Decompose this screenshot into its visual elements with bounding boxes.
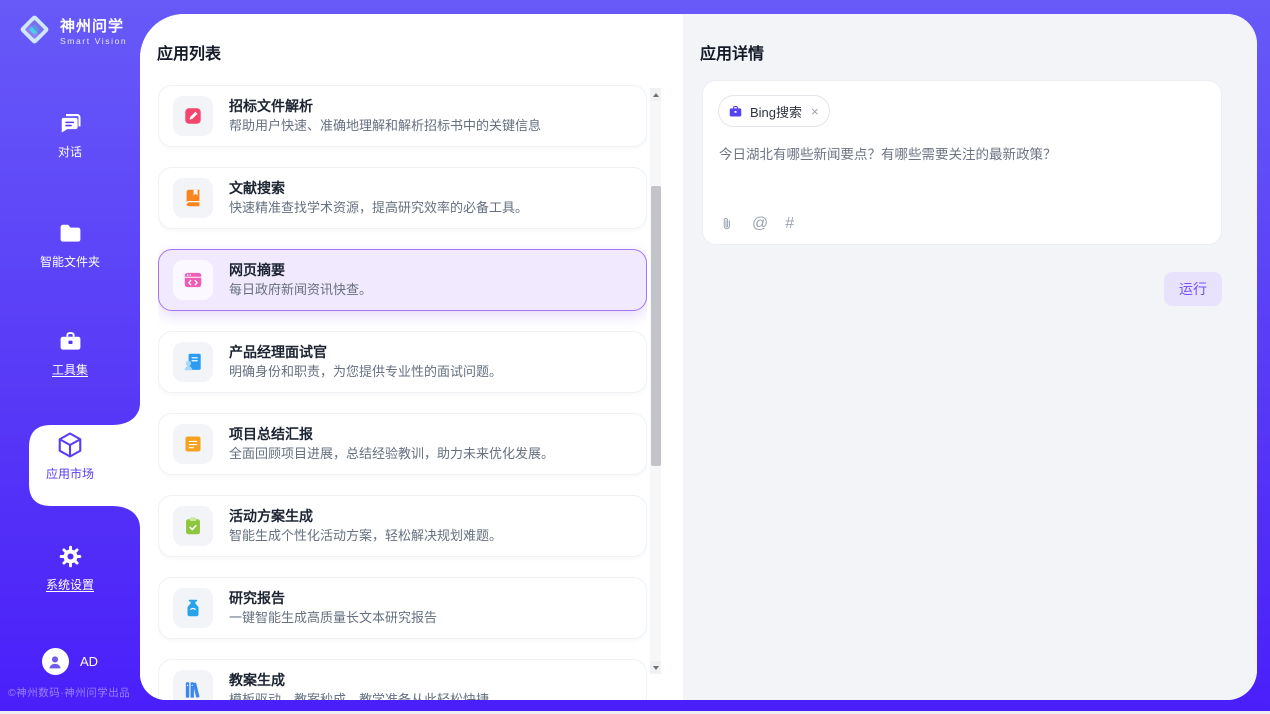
brand-subtitle: Smart Vision bbox=[60, 36, 127, 46]
sidebar-item-label: 系统设置 bbox=[46, 578, 94, 592]
copyright-footer: ©神州数码·神州问学出品 bbox=[8, 685, 148, 700]
app-detail-panel: 应用详情 Bing搜索 × 今日湖北有哪些新闻要点？有哪些需要关注的最新政策？ … bbox=[683, 14, 1257, 700]
app-list-title: 应用列表 bbox=[157, 40, 221, 64]
sidebar-item-app-market[interactable]: 应用市场 bbox=[0, 430, 140, 481]
briefcase-icon bbox=[728, 104, 743, 119]
brand: 神州问学 Smart Vision bbox=[16, 11, 127, 53]
sidebar: 神州问学 Smart Vision 对话智能文件夹工具集应用市场系统设置 AD … bbox=[0, 0, 140, 714]
edit-document-icon bbox=[182, 105, 204, 127]
list-item[interactable]: 文献搜索快速精准查找学术资源，提高研究效率的必备工具。 bbox=[158, 167, 647, 229]
app-title: 网页摘要 bbox=[229, 263, 372, 278]
folder-icon bbox=[57, 218, 84, 248]
app-description: 模板驱动，教案秒成，教学准备从此轻松快捷 bbox=[229, 693, 489, 700]
brand-logo-icon bbox=[16, 11, 53, 53]
browser-icon bbox=[182, 269, 204, 291]
app-description: 快速精准查找学术资源，提高研究效率的必备工具。 bbox=[229, 201, 528, 215]
list-item[interactable]: 招标文件解析帮助用户快速、准确地理解和解析招标书中的关键信息 bbox=[158, 85, 647, 147]
list-item[interactable]: 项目总结汇报全面回顾项目进展，总结经验教训，助力未来优化发展。 bbox=[158, 413, 647, 475]
composer-toolbar: @# bbox=[719, 216, 794, 232]
sidebar-item-label: 智能文件夹 bbox=[40, 255, 100, 269]
person-icon bbox=[46, 653, 64, 671]
sidebar-item-label: 对话 bbox=[58, 145, 82, 159]
app-description: 每日政府新闻资讯快查。 bbox=[229, 283, 372, 297]
app-title: 产品经理面试官 bbox=[229, 345, 502, 360]
interview-doc-icon bbox=[182, 351, 204, 373]
chevron-down-icon bbox=[653, 666, 659, 670]
list-item[interactable]: 活动方案生成智能生成个性化活动方案，轻松解决规划难题。 bbox=[158, 495, 647, 557]
book-icon bbox=[182, 187, 204, 209]
app-title: 文献搜索 bbox=[229, 181, 528, 196]
tool-tag-label: Bing搜索 bbox=[750, 102, 802, 121]
scroll-up-button[interactable] bbox=[650, 88, 661, 101]
prompt-input[interactable]: 今日湖北有哪些新闻要点？有哪些需要关注的最新政策？ bbox=[719, 145, 1205, 164]
run-button[interactable]: 运行 bbox=[1164, 272, 1222, 306]
app-description: 一键智能生成高质量长文本研究报告 bbox=[229, 611, 437, 625]
report-notes-icon bbox=[182, 433, 204, 455]
avatar bbox=[42, 648, 69, 675]
remove-tag-button[interactable]: × bbox=[811, 105, 819, 118]
app-title: 项目总结汇报 bbox=[229, 427, 554, 442]
chevron-up-icon bbox=[653, 93, 659, 97]
gear-icon bbox=[57, 541, 84, 571]
app-description: 明确身份和职责，为您提供专业性的面试问题。 bbox=[229, 365, 502, 379]
tool-tag-bing-search[interactable]: Bing搜索 × bbox=[718, 95, 830, 127]
user-initials: AD bbox=[80, 654, 98, 669]
app-description: 帮助用户快速、准确地理解和解析招标书中的关键信息 bbox=[229, 119, 541, 133]
main-content: 应用列表 招标文件解析帮助用户快速、准确地理解和解析招标书中的关键信息文献搜索快… bbox=[140, 14, 1257, 700]
app-description: 智能生成个性化活动方案，轻松解决规划难题。 bbox=[229, 529, 502, 543]
app-title: 活动方案生成 bbox=[229, 509, 502, 524]
hash-icon[interactable]: # bbox=[785, 216, 794, 232]
attachment-icon[interactable] bbox=[719, 216, 735, 232]
app-description: 全面回顾项目进展，总结经验教训，助力未来优化发展。 bbox=[229, 447, 554, 461]
user-account[interactable]: AD bbox=[0, 648, 140, 675]
cube-icon bbox=[55, 430, 85, 460]
prompt-card: Bing搜索 × 今日湖北有哪些新闻要点？有哪些需要关注的最新政策？ @# bbox=[702, 80, 1222, 245]
brand-name: 神州问学 bbox=[60, 18, 127, 36]
sidebar-item-toolset[interactable]: 工具集 bbox=[0, 326, 140, 377]
sidebar-item-label: 工具集 bbox=[52, 363, 88, 377]
app-detail-title: 应用详情 bbox=[700, 40, 764, 64]
scrollbar[interactable] bbox=[650, 88, 661, 674]
list-item[interactable]: 研究报告一键智能生成高质量长文本研究报告 bbox=[158, 577, 647, 639]
mention-icon[interactable]: @ bbox=[752, 216, 768, 232]
toolbox-icon bbox=[57, 326, 84, 356]
scroll-down-button[interactable] bbox=[650, 661, 661, 674]
app-title: 招标文件解析 bbox=[229, 99, 541, 114]
list-item[interactable]: 教案生成模板驱动，教案秒成，教学准备从此轻松快捷 bbox=[158, 659, 647, 700]
app-list-panel: 应用列表 招标文件解析帮助用户快速、准确地理解和解析招标书中的关键信息文献搜索快… bbox=[140, 14, 683, 700]
clipboard-check-icon bbox=[182, 515, 204, 537]
app-title: 教案生成 bbox=[229, 673, 489, 688]
app-list-items: 招标文件解析帮助用户快速、准确地理解和解析招标书中的关键信息文献搜索快速精准查找… bbox=[158, 85, 647, 700]
sidebar-item-label: 应用市场 bbox=[46, 467, 94, 481]
list-item[interactable]: 网页摘要每日政府新闻资讯快查。 bbox=[158, 249, 647, 311]
ink-report-icon bbox=[182, 597, 204, 619]
sidebar-item-chat[interactable]: 对话 bbox=[0, 108, 140, 159]
chat-icon bbox=[57, 108, 84, 138]
app-title: 研究报告 bbox=[229, 591, 437, 606]
sidebar-item-system-settings[interactable]: 系统设置 bbox=[0, 541, 140, 592]
books-icon bbox=[182, 679, 204, 700]
list-item[interactable]: 产品经理面试官明确身份和职责，为您提供专业性的面试问题。 bbox=[158, 331, 647, 393]
sidebar-item-smart-folders[interactable]: 智能文件夹 bbox=[0, 218, 140, 269]
scrollbar-thumb[interactable] bbox=[651, 186, 661, 466]
